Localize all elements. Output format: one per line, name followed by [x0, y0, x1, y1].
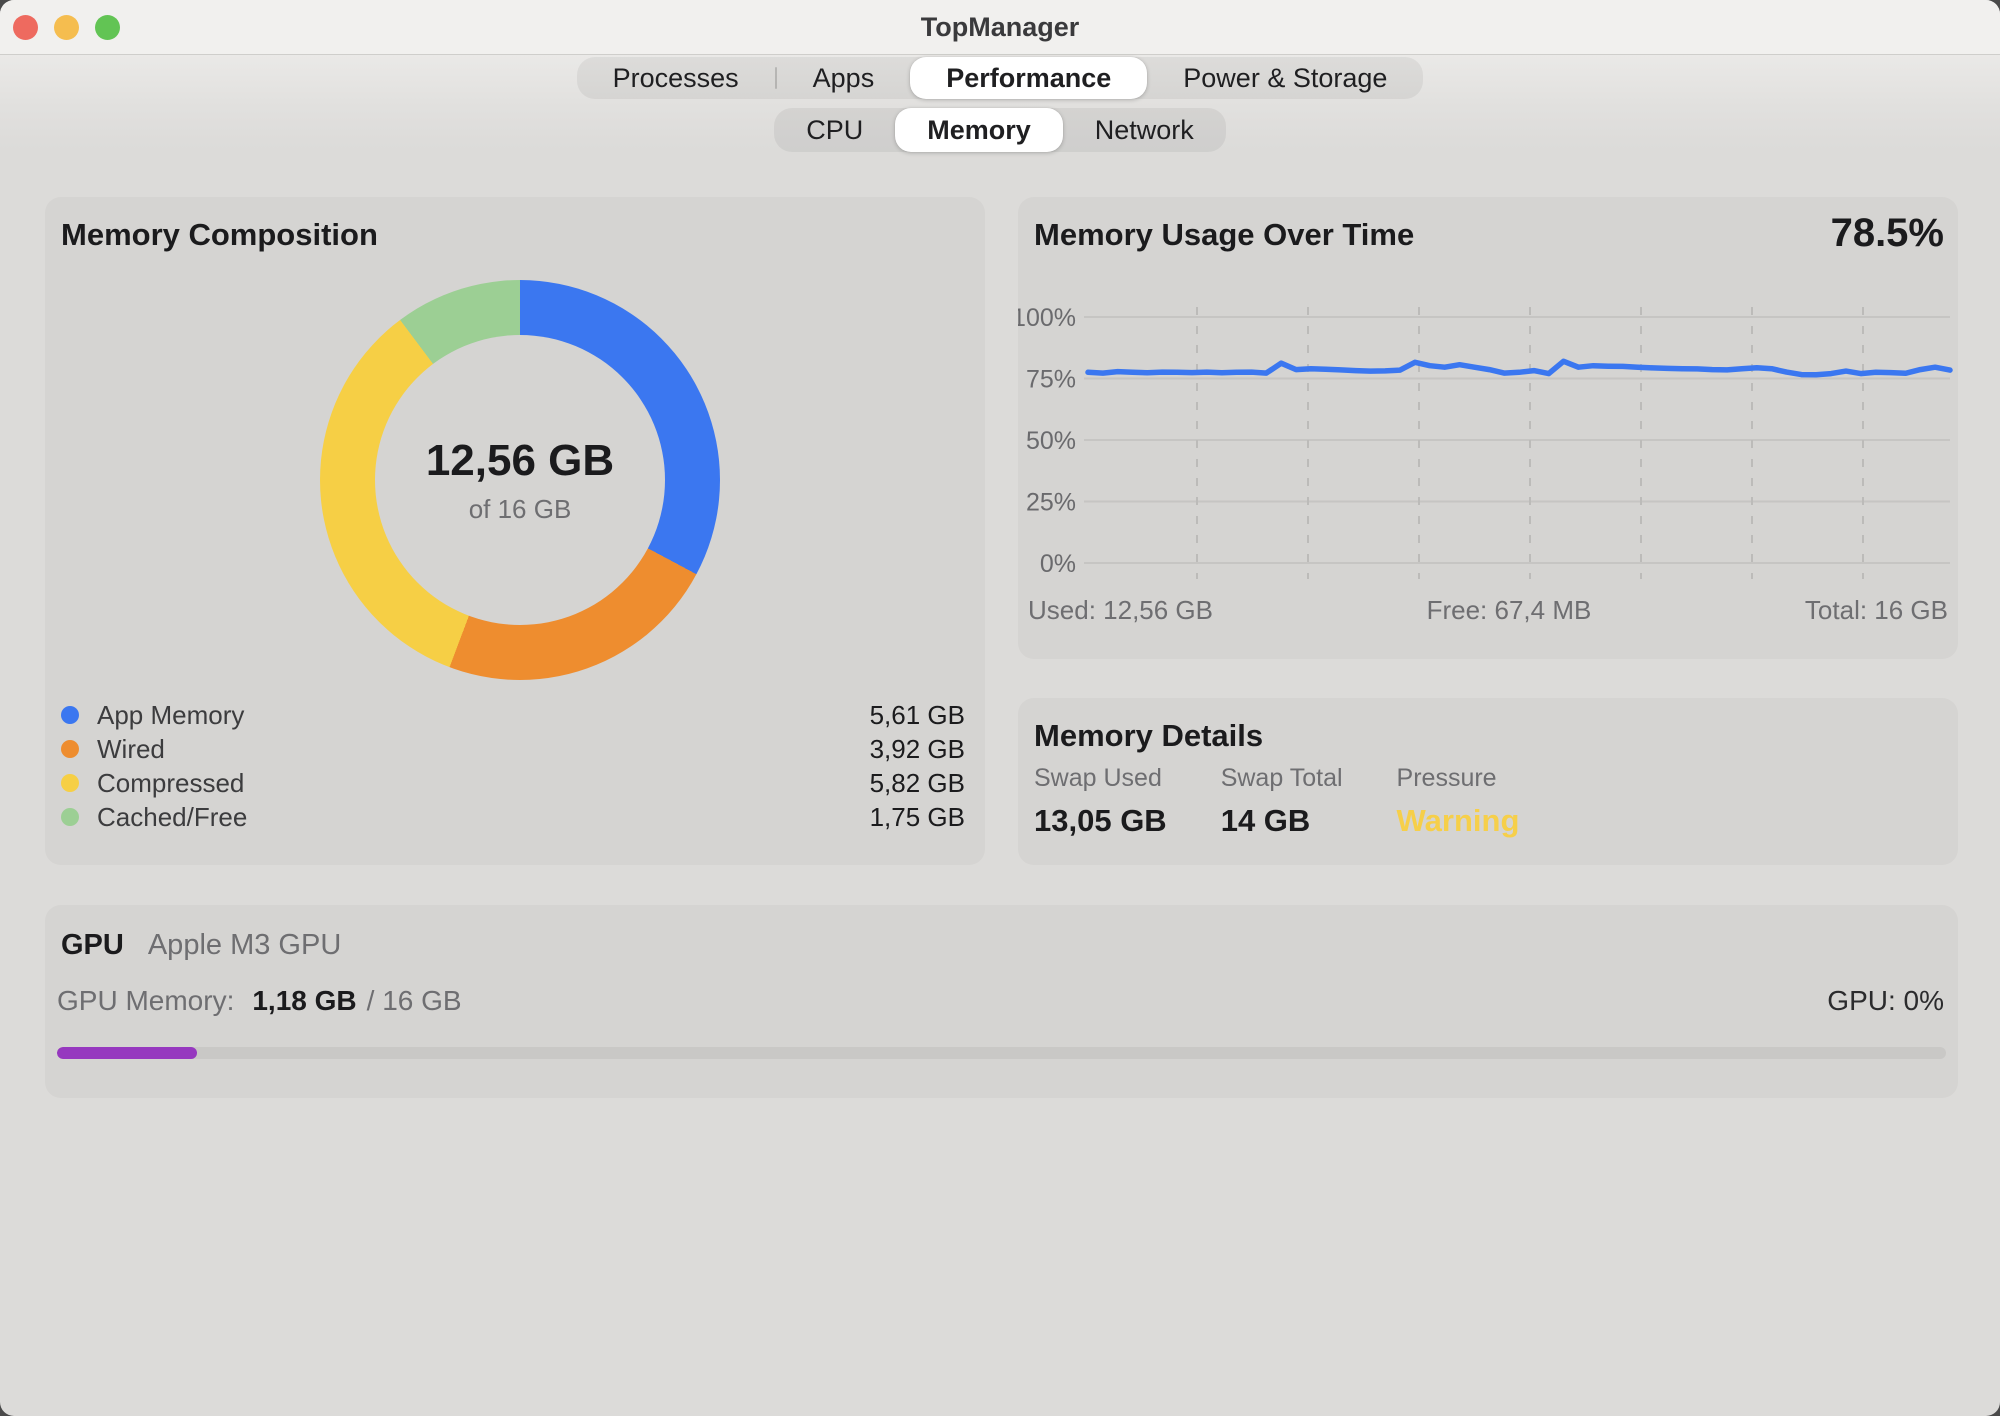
window-title: TopManager	[0, 0, 2000, 54]
gpu-memory-progress-fill	[57, 1047, 197, 1059]
stat-label: Swap Total	[1221, 764, 1343, 793]
memory-usage-line-chart: 100% 75% 50% 25% 0%	[1018, 197, 1958, 659]
stat-value: 14 GB	[1221, 803, 1343, 839]
gpu-panel: GPU Apple M3 GPU GPU Memory: 1,18 GB / 1…	[45, 905, 1958, 1098]
donut-hole: 12,56 GB of 16 GB	[375, 335, 665, 625]
close-button[interactable]	[13, 15, 38, 40]
legend-item-cached-free: Cached/Free1,75 GB	[61, 800, 965, 834]
stat-label: Pressure	[1397, 764, 1520, 793]
tab-performance[interactable]: Performance	[910, 57, 1147, 99]
memory-total-stat: Total: 16 GB	[1805, 595, 1948, 626]
legend-label: Compressed	[97, 768, 870, 799]
tab-cpu[interactable]: CPU	[774, 108, 895, 152]
performance-sub-tab-bar: CPUMemoryNetwork	[774, 108, 1226, 152]
legend-label: Wired	[97, 734, 870, 765]
legend-label: Cached/Free	[97, 802, 870, 833]
y-axis-tick-label: 100%	[1018, 304, 1076, 332]
gpu-header-row: GPU Apple M3 GPU	[61, 929, 341, 962]
gpu-title: GPU	[61, 929, 124, 962]
traffic-lights	[13, 15, 120, 40]
gpu-memory-row: GPU Memory: 1,18 GB / 16 GB GPU: 0%	[57, 985, 1944, 1017]
y-axis-tick-label: 75%	[1026, 366, 1076, 394]
gpu-usage-percent: GPU: 0%	[1827, 985, 1944, 1017]
tab-power-storage[interactable]: Power & Storage	[1147, 57, 1423, 99]
memory-composition-title: Memory Composition	[61, 217, 378, 253]
memory-free-stat: Free: 67,4 MB	[1427, 595, 1592, 626]
main-tab-bar: ProcessesAppsPerformancePower & Storage	[577, 57, 1424, 99]
legend-color-dot	[61, 740, 79, 758]
memory-usage-panel: Memory Usage Over Time 78.5% 100%75%50%2…	[1018, 197, 1958, 659]
legend-value: 5,61 GB	[870, 700, 965, 731]
legend-label: App Memory	[97, 700, 870, 731]
tab-apps[interactable]: Apps	[777, 57, 911, 99]
legend-item-app-memory: App Memory5,61 GB	[61, 698, 965, 732]
legend-color-dot	[61, 774, 79, 792]
tab-memory[interactable]: Memory	[895, 108, 1063, 152]
gpu-memory-label: GPU Memory:	[57, 985, 234, 1017]
y-axis-tick-label: 50%	[1026, 427, 1076, 455]
stat-pressure: Pressure Warning	[1397, 764, 1520, 839]
gpu-memory-total: / 16 GB	[367, 985, 462, 1017]
app-window: TopManager ProcessesAppsPerformancePower…	[0, 0, 2000, 1416]
memory-usage-series-line	[1088, 361, 1950, 375]
memory-total-label: of 16 GB	[469, 494, 572, 525]
legend-color-dot	[61, 706, 79, 724]
stat-value: Warning	[1397, 803, 1520, 839]
memory-composition-panel: Memory Composition 12,56 GB of 16 GB App…	[45, 197, 985, 865]
memory-composition-donut-chart: 12,56 GB of 16 GB	[320, 280, 720, 680]
memory-details-title: Memory Details	[1034, 718, 1263, 754]
legend-color-dot	[61, 808, 79, 826]
titlebar: TopManager	[0, 0, 2000, 55]
legend-value: 3,92 GB	[870, 734, 965, 765]
zoom-window-button[interactable]	[95, 15, 120, 40]
memory-usage-footer: Used: 12,56 GB Free: 67,4 MB Total: 16 G…	[1028, 595, 1948, 626]
stat-swap-total: Swap Total 14 GB	[1221, 764, 1343, 839]
stat-swap-used: Swap Used 13,05 GB	[1034, 764, 1167, 839]
memory-composition-legend: App Memory5,61 GBWired3,92 GBCompressed5…	[61, 698, 965, 834]
gpu-chip-name: Apple M3 GPU	[148, 929, 341, 962]
toolbar: ProcessesAppsPerformancePower & Storage …	[0, 57, 2000, 152]
memory-used-stat: Used: 12,56 GB	[1028, 595, 1213, 626]
legend-item-wired: Wired3,92 GB	[61, 732, 965, 766]
minimize-button[interactable]	[54, 15, 79, 40]
tab-processes[interactable]: Processes	[577, 57, 775, 99]
tab-network[interactable]: Network	[1063, 108, 1226, 152]
stat-value: 13,05 GB	[1034, 803, 1167, 839]
y-axis-tick-label: 0%	[1040, 550, 1076, 578]
legend-value: 1,75 GB	[870, 802, 965, 833]
legend-value: 5,82 GB	[870, 768, 965, 799]
legend-item-compressed: Compressed5,82 GB	[61, 766, 965, 800]
stat-label: Swap Used	[1034, 764, 1167, 793]
memory-details-stats: Swap Used 13,05 GB Swap Total 14 GB Pressure…	[1034, 764, 1573, 839]
memory-details-panel: Memory Details Swap Used 13,05 GB Swap Tot…	[1018, 698, 1958, 865]
gpu-memory-progress-track	[57, 1047, 1946, 1059]
y-axis-tick-label: 25%	[1026, 489, 1076, 517]
memory-used-value: 12,56 GB	[426, 436, 614, 486]
gpu-memory-value: 1,18 GB	[252, 985, 356, 1017]
